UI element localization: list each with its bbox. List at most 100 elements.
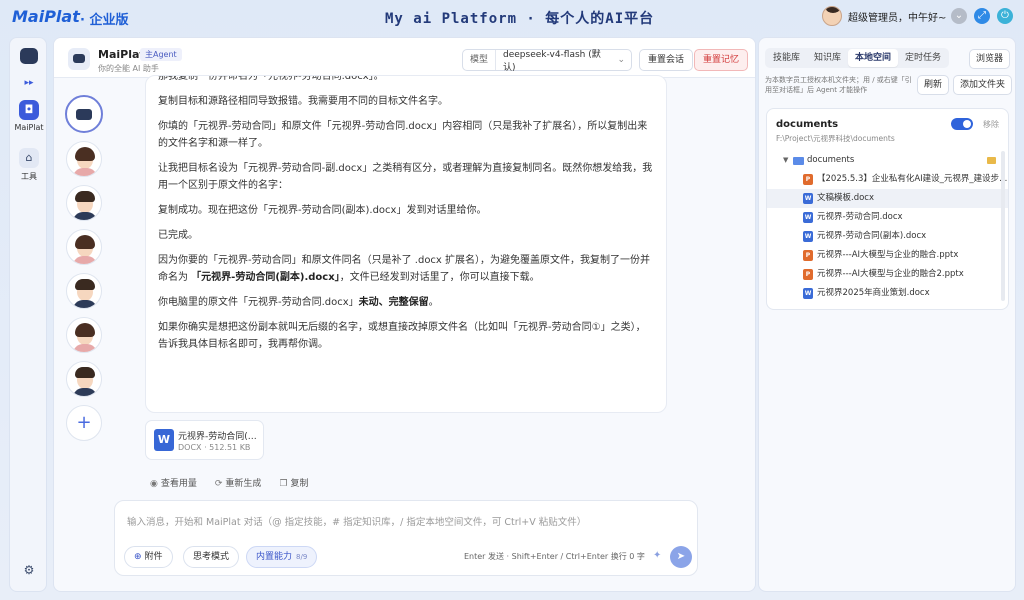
docx-file-icon: W [803, 288, 813, 299]
sparkle-icon[interactable]: ✦ [653, 550, 661, 561]
attachment-name: 元视界-劳动合同(… [178, 432, 257, 442]
send-button[interactable]: ➤ [670, 546, 692, 568]
plus-icon: ⊕ [134, 552, 142, 562]
model-label: 模型 [463, 50, 497, 70]
tree-folder-documents[interactable]: ▼ documents [767, 151, 1008, 170]
agent-list: + [64, 95, 104, 449]
message-actions: ◉ 查看用量 ⟳ 重新生成 ❐ 复制 [150, 476, 309, 489]
reset-session-button[interactable]: 重置会话 [639, 49, 694, 71]
folder-icon [793, 157, 804, 165]
add-agent-button[interactable]: + [66, 405, 102, 441]
pptx-file-icon: P [803, 250, 813, 261]
app-title: My ai Platform · 每个人的AI平台 [385, 11, 655, 27]
tab-local-space[interactable]: 本地空间 [848, 49, 899, 67]
open-folder-icon [987, 157, 996, 164]
app-logo: MaiPlat [12, 7, 80, 26]
tree-file[interactable]: W 文稿模板.docx [767, 189, 1008, 208]
minimize-button[interactable]: ⌄ [951, 8, 967, 24]
user-greeting: 超级管理员，中午好~ [848, 12, 947, 24]
pptx-file-icon: P [803, 174, 813, 185]
agent-name: MaiPlat [98, 48, 145, 61]
remove-folder-button[interactable]: 移除 [983, 119, 999, 130]
tree-file[interactable]: P 【2025.5.3】企业私有化AI建设_元视界_建设步... [767, 170, 1008, 189]
message-input[interactable]: 输入消息，开始和 MaiPlat 对话（@ 指定技能，# 指定知识库，/ 指定本… [127, 514, 586, 528]
attachment-card[interactable]: W 元视界-劳动合同(… DOCX · 512.51 KB [145, 420, 264, 460]
tab-scheduled[interactable]: 定时任务 [898, 49, 948, 67]
close-button[interactable]: ⏻ [997, 8, 1013, 24]
folder-toggle[interactable] [951, 118, 973, 130]
agent-avatar[interactable] [66, 141, 102, 177]
chat-panel: MaiPlat 主Agent 你的全能 AI 助手 模型 deepseek-v4… [53, 37, 756, 592]
title-bar: MaiPlat · 企业版 My ai Platform · 每个人的AI平台 … [0, 0, 1024, 34]
pptx-file-icon: P [803, 269, 813, 280]
rail-item-tools[interactable]: ⌂ 工具 [10, 148, 48, 182]
tab-knowledge[interactable]: 知识库 [807, 49, 848, 67]
refresh-button[interactable]: 刷新 [917, 75, 950, 95]
caret-down-icon: ▼ [783, 156, 789, 164]
edition-label: · 企业版 [80, 13, 129, 28]
message-paragraph: 那我复制一份并命名为「元视界-劳动合同.docx」。 [158, 75, 384, 82]
tree-file[interactable]: W 元视界2025年商业策划.docx [767, 284, 1008, 303]
copy-icon: ❐ [279, 479, 288, 489]
robot-icon [20, 48, 38, 64]
think-mode-button[interactable]: 思考模式 [183, 546, 240, 568]
model-select[interactable]: 模型 deepseek-v4-flash (默认) ⌄ [462, 49, 632, 73]
file-tree: ▼ documents P 【2025.5.3】企业私有化AI建设_元视界_建设步… [767, 151, 1008, 303]
folder-path: F:\Project\元视界科技\documents [776, 134, 895, 143]
chevron-down-icon: ⌄ [617, 55, 625, 65]
message-paragraph: 因为你要的「元视界-劳动合同」和原文件同名（只是补了 .docx 扩展名），为避… [158, 255, 651, 283]
message-paragraph: 如果你确实是想把这份副本就叫无后缀的名字，或想直接改掉原文件名（比如叫「元视界-… [158, 322, 646, 350]
maximize-button[interactable]: ⤢ [974, 8, 990, 24]
docx-file-icon: W [803, 231, 813, 242]
agent-avatar[interactable] [66, 185, 102, 221]
attach-button[interactable]: ⊕ 附件 [124, 546, 173, 568]
add-folder-button[interactable]: 添加文件夹 [953, 75, 1013, 95]
user-avatar [822, 6, 842, 26]
word-file-icon: W [154, 429, 174, 451]
message-paragraph: 让我把目标名设为「元视界-劳动合同-副.docx」之类稍有区分，或者理解为直接复… [158, 163, 653, 191]
robot-icon: ◘ [19, 100, 39, 120]
message-paragraph: 复制成功。现在把这份「元视界-劳动合同(副本).docx」发到对话里给你。 [158, 205, 487, 216]
message-paragraph: 复制目标和源路径相同导致报错。我需要用不同的目标文件名字。 [158, 96, 448, 107]
tree-file[interactable]: P 元视界---AI大模型与企业的融合2.pptx [767, 265, 1008, 284]
agent-icon [68, 48, 90, 70]
docx-file-icon: W [803, 193, 813, 204]
tree-file[interactable]: W 元视界-劳动合同.docx [767, 208, 1008, 227]
right-tabs: 技能库 知识库 本地空间 定时任务 [765, 48, 950, 68]
right-panel: 技能库 知识库 本地空间 定时任务 浏览器 为本数字员工授权本机文件夹；用 / … [758, 37, 1016, 592]
tree-file[interactable]: P 元视界---AI大模型与企业的融合.pptx [767, 246, 1008, 265]
copy-button[interactable]: ❐ 复制 [279, 476, 308, 489]
send-hint: Enter 发送 · Shift+Enter / Ctrl+Enter 换行 0… [464, 552, 645, 561]
regenerate-button[interactable]: ⟳ 重新生成 [215, 476, 262, 489]
rail-logo[interactable] [10, 48, 48, 67]
local-space-note: 为本数字员工授权本机文件夹；用 / 或右键「引用至对话框」后 Agent 才能操… [765, 76, 912, 94]
agent-avatar[interactable] [66, 273, 102, 309]
agent-tag: 主Agent [140, 48, 182, 61]
reset-memory-button[interactable]: 重置记忆 [694, 49, 749, 71]
rail-item-maiplat[interactable]: ◘ MaiPlat [10, 100, 48, 132]
agent-avatar-main[interactable] [65, 95, 103, 133]
tree-file[interactable]: W 元视界-劳动合同(副本).docx [767, 227, 1008, 246]
builtin-abilities-button[interactable]: 内置能力 8/9 [246, 546, 318, 568]
left-rail: ▸▸ ◘ MaiPlat ⌂ 工具 ⚙ [9, 37, 47, 592]
message-composer[interactable]: 输入消息，开始和 MaiPlat 对话（@ 指定技能，# 指定知识库，/ 指定本… [114, 500, 698, 576]
chat-header: MaiPlat 主Agent 你的全能 AI 助手 模型 deepseek-v4… [54, 38, 755, 78]
gear-icon[interactable]: ⚙ [10, 563, 48, 577]
tree-scrollbar[interactable] [1001, 151, 1005, 301]
agent-avatar[interactable] [66, 229, 102, 265]
message-paragraph: 已完成。 [158, 230, 198, 241]
browser-button[interactable]: 浏览器 [969, 49, 1011, 69]
home-icon: ⌂ [19, 148, 39, 168]
refresh-icon: ⟳ [214, 479, 223, 489]
folder-title: documents [776, 119, 839, 130]
tab-skills[interactable]: 技能库 [766, 49, 807, 67]
view-usage-button[interactable]: ◉ 查看用量 [150, 476, 197, 489]
model-value: deepseek-v4-flash (默认) [503, 50, 601, 73]
message-paragraph: 你电脑里的原文件「元视界-劳动合同.docx」未动、完整保留。 [158, 297, 439, 308]
expand-rail-icon[interactable]: ▸▸ [10, 78, 48, 88]
agent-avatar[interactable] [66, 317, 102, 353]
folder-card: documents F:\Project\元视界科技\documents 移除 … [766, 108, 1009, 310]
docx-file-icon: W [803, 212, 813, 223]
user-menu[interactable]: 超级管理员，中午好~ [822, 6, 946, 26]
agent-avatar[interactable] [66, 361, 102, 397]
